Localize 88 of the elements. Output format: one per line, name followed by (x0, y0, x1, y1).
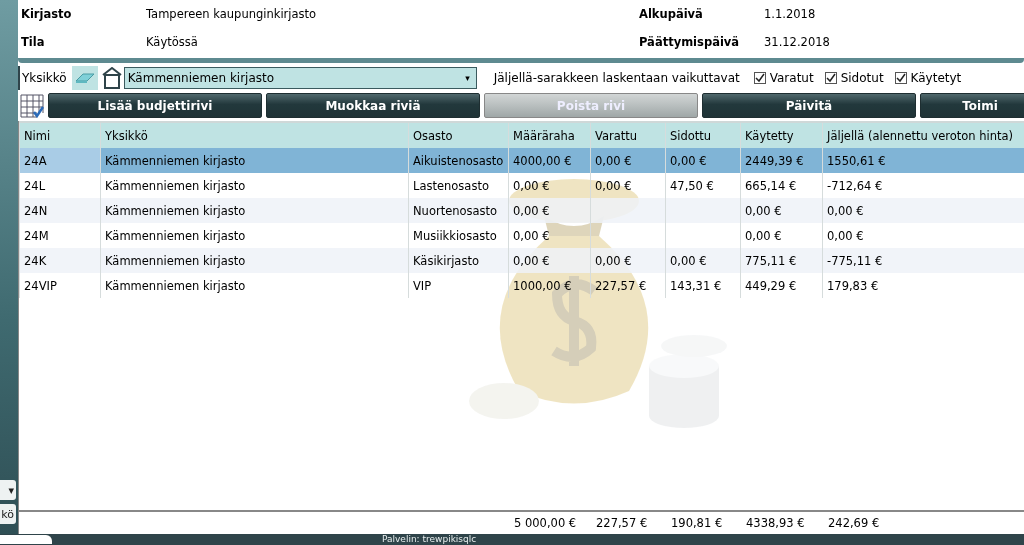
column-header[interactable]: Määräraha (508, 122, 591, 148)
affects-label: Jäljellä-sarakkeen laskentaan vaikuttavat (493, 71, 740, 85)
table-cell: 24K (24, 253, 47, 268)
table-row[interactable]: 24N Kämmenniemen kirjasto Nuortenosasto 0,00 € 0,00 € 0,00 € (19, 198, 1024, 223)
table-cell: VIP (413, 278, 432, 293)
checkbox-label: Käytetyt (910, 71, 962, 85)
table-cell: 0,00 € (827, 203, 864, 218)
table-cell: 0,00 € (513, 203, 550, 218)
table-cell: Kämmenniemen kirjasto (105, 153, 246, 168)
home-icon[interactable] (101, 67, 122, 89)
total-value: 5 000,00 € (514, 515, 577, 530)
table-row[interactable]: 24A Kämmenniemen kirjasto Aikuistenosasto 4000,00 € 0,00 € 0,00 € 2449,39 € 1550,61 € (19, 148, 1024, 173)
column-header[interactable]: Yksikkö (100, 122, 409, 148)
field-label: Kirjasto (21, 7, 73, 21)
total-value: 4338,93 € (746, 515, 805, 530)
table-cell: 0,00 € (670, 253, 707, 268)
table-cell: Lastenosasto (413, 178, 489, 193)
dropdown-caret-button[interactable]: ▾ (0, 480, 16, 500)
table-cell: 24VIP (24, 278, 57, 293)
table-cell: Nuortenosasto (413, 203, 498, 218)
toolbar-button[interactable]: Päivitä (702, 93, 916, 118)
table-row[interactable]: 24VIP Kämmenniemen kirjasto VIP 1000,00 € 227,57 € 143,31 € 449,29 € 179,83 € (19, 273, 1024, 298)
table-cell: 2449,39 € (745, 153, 804, 168)
toolbar-button[interactable]: Muokkaa riviä (266, 93, 480, 118)
total-value: 227,57 € (596, 515, 648, 530)
table-cell: 24M (24, 228, 49, 243)
table-cell: 0,00 € (745, 203, 782, 218)
table-cell: 1550,61 € (827, 153, 886, 168)
table-cell: 0,00 € (827, 228, 864, 243)
table-cell: Aikuistenosasto (413, 153, 504, 168)
table-cell: 0,00 € (670, 153, 707, 168)
table-cell: -775,11 € (827, 253, 883, 268)
checkbox[interactable] (753, 72, 766, 84)
table-cell: -712,64 € (827, 178, 883, 193)
table-cell: 1000,00 € (513, 278, 572, 293)
checkbox-label: Varatut (769, 71, 814, 85)
column-header[interactable]: Osasto (408, 122, 509, 148)
table-cell: Kämmenniemen kirjasto (105, 278, 246, 293)
table-cell: 0,00 € (745, 228, 782, 243)
field-value: Tampereen kaupunginkirjasto (146, 7, 318, 21)
table-cell: 665,14 € (745, 178, 797, 193)
checkbox-label: Sidotut (840, 71, 884, 85)
table-cell: 0,00 € (513, 178, 550, 193)
table-cell: 0,00 € (595, 253, 632, 268)
toolbar-button[interactable]: Toimi (920, 93, 1024, 118)
grid-check-icon[interactable] (20, 93, 44, 118)
total-value: 242,69 € (828, 515, 880, 530)
table-cell: Kämmenniemen kirjasto (105, 178, 246, 193)
table-cell: 179,83 € (827, 278, 879, 293)
field-label: Päättymispäivä (639, 35, 741, 49)
column-header[interactable]: Sidottu (665, 122, 741, 148)
table-cell: Kämmenniemen kirjasto (105, 253, 246, 268)
total-value: 190,81 € (671, 515, 723, 530)
table-cell: 0,00 € (595, 178, 632, 193)
side-tab[interactable]: kö (0, 504, 16, 524)
table-cell: 4000,00 € (513, 153, 572, 168)
column-header[interactable]: Käytetty (740, 122, 823, 148)
unit-dropdown[interactable]: Kämmenniemen kirjasto ▾ (123, 67, 477, 89)
table-cell: 24A (24, 153, 47, 168)
table-cell: 0,00 € (513, 228, 550, 243)
server-status: Palvelin: trewpikisqlc (382, 534, 477, 545)
column-header[interactable]: Varattu (590, 122, 666, 148)
table-cell: Kämmenniemen kirjasto (105, 203, 246, 218)
table-cell: Musiikkiosasto (413, 228, 497, 243)
table-cell: 0,00 € (595, 153, 632, 168)
checkbox[interactable] (894, 72, 907, 84)
table-row[interactable]: 24K Kämmenniemen kirjasto Käsikirjasto 0,00 € 0,00 € 0,00 € 775,11 € -775,11 € (19, 248, 1024, 273)
checkbox[interactable] (824, 72, 837, 84)
table-cell: 24L (24, 178, 46, 193)
table-cell: 24N (24, 203, 48, 218)
column-header[interactable]: Nimi (19, 122, 101, 148)
table-cell: 227,57 € (595, 278, 647, 293)
field-label: Alkupäivä (639, 7, 704, 21)
field-label: Tila (21, 35, 46, 49)
field-value: 1.1.2018 (764, 7, 817, 21)
table-cell: Kämmenniemen kirjasto (105, 228, 246, 243)
table-cell: 143,31 € (670, 278, 722, 293)
field-value: Käytössä (146, 35, 199, 49)
field-value: 31.12.2018 (764, 35, 831, 49)
column-header[interactable]: Jäljellä (alennettu veroton hinta) (822, 122, 1024, 148)
table-cell: 0,00 € (513, 253, 550, 268)
table-cell: 47,50 € (670, 178, 714, 193)
unit-label: Yksikkö (22, 71, 67, 85)
table-cell: 775,11 € (745, 253, 797, 268)
search-field[interactable] (0, 535, 52, 544)
table-cell: Käsikirjasto (413, 253, 479, 268)
table-cell: 449,29 € (745, 278, 797, 293)
toolbar-button[interactable]: Lisää budjettirivi (48, 93, 262, 118)
